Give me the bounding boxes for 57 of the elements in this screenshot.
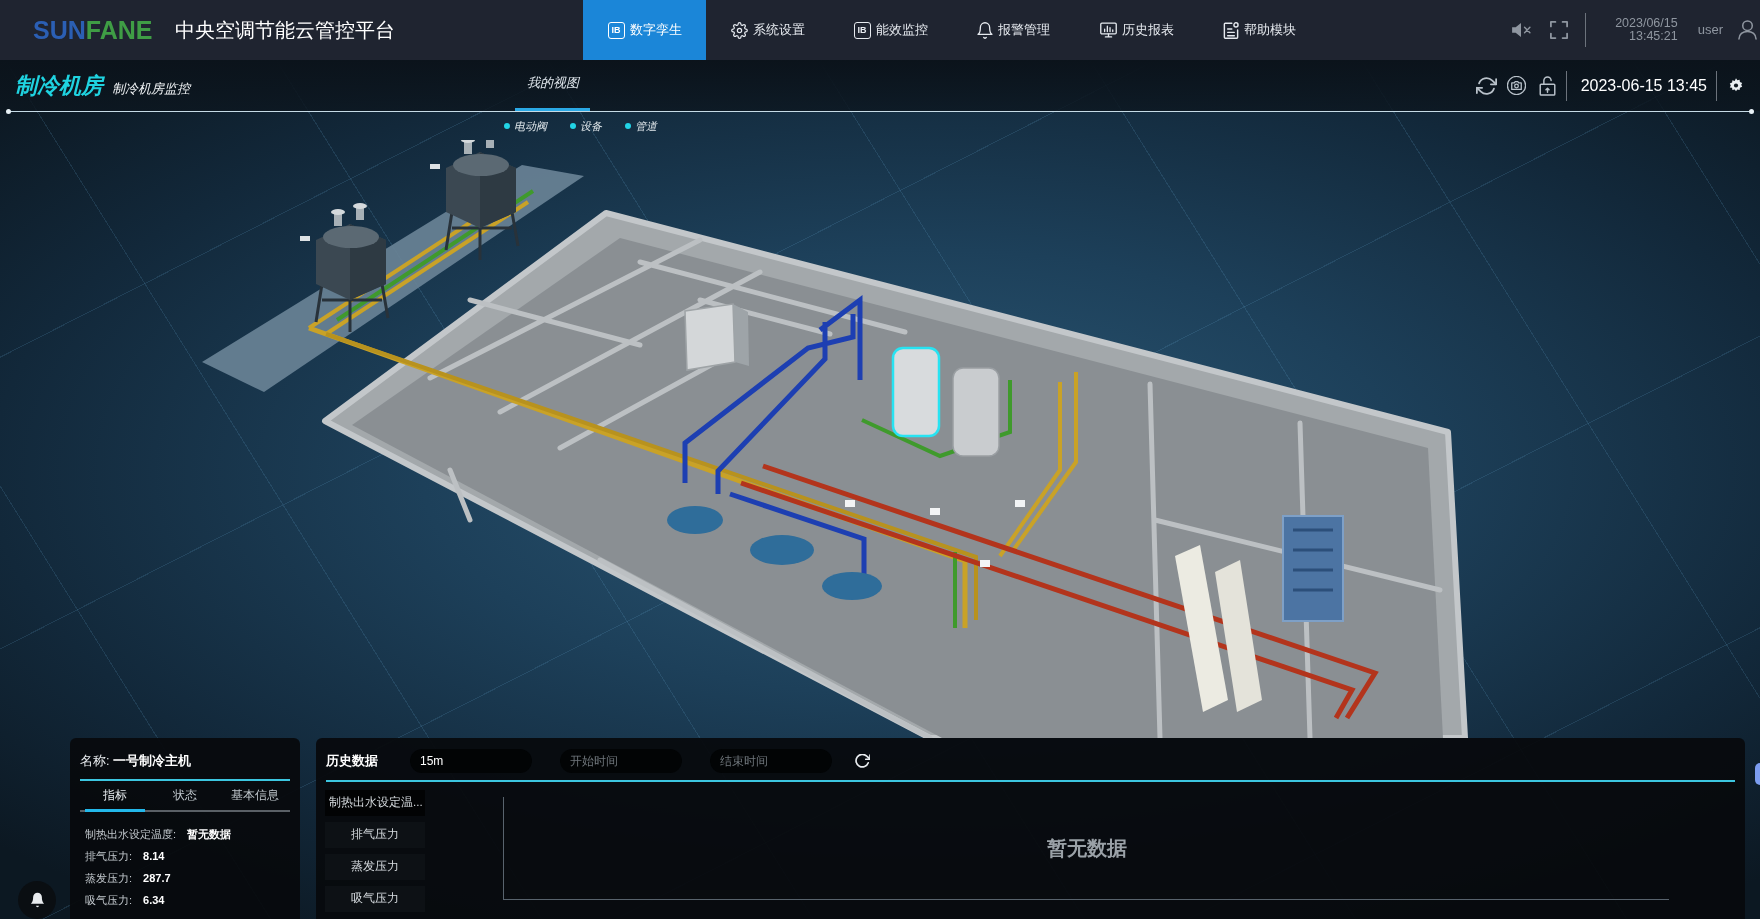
metric-value: 暂无数据 — [187, 826, 232, 842]
series-item[interactable]: 吸气压力 — [325, 886, 425, 912]
gear-icon — [730, 21, 748, 39]
refresh-icon[interactable] — [1475, 76, 1497, 95]
series-item[interactable]: 制热出水设定温... — [325, 790, 425, 816]
metric-label: 排气压力: — [85, 848, 133, 864]
logo: SUNFANE — [33, 17, 153, 43]
panel-tab[interactable]: 指标 — [85, 781, 145, 812]
nav-tab[interactable]: 历史报表 — [1075, 0, 1198, 60]
bell-icon — [977, 21, 993, 39]
date-text: 2023/06/15 — [1614, 17, 1678, 30]
start-time-field[interactable]: 开始时间 — [560, 749, 682, 773]
panel-tab[interactable]: 基本信息 — [225, 781, 285, 812]
camera-icon[interactable] — [1506, 76, 1526, 95]
legend-dot-icon — [570, 123, 576, 129]
unlocked-padlock-icon[interactable] — [1538, 75, 1556, 96]
nav-tab[interactable]: 帮助模块 — [1198, 0, 1321, 60]
settings-icon[interactable] — [1729, 78, 1743, 93]
app-title: 中央空调节能云管控平台 — [175, 18, 396, 43]
empty-message: 暂无数据 — [1046, 836, 1127, 861]
nav-tab[interactable]: 系统设置 — [706, 0, 829, 60]
legend-dot-icon — [625, 123, 631, 129]
datetime-text: 2023-06-15 13:45 — [1580, 75, 1707, 96]
legend-label: 电动阀 — [514, 118, 547, 134]
panel-tab[interactable]: 状态 — [155, 781, 215, 812]
metric-value: 287.7 — [143, 870, 171, 886]
series-item[interactable]: 排气压力 — [325, 822, 425, 848]
metric-label: 吸气压力: — [85, 892, 133, 908]
notification-button[interactable] — [18, 881, 56, 919]
ib-icon: IB — [607, 21, 625, 39]
metric-value: 6.34 — [143, 892, 165, 908]
page-subtitle: 制冷机房监控 — [112, 79, 190, 98]
metric-label: 蒸发压力: — [85, 870, 133, 886]
nav-tab[interactable]: IB 数字孪生 — [583, 0, 706, 60]
page-title: 制冷机房 — [15, 72, 103, 100]
bell-icon — [29, 892, 45, 908]
interval-field[interactable]: 15m — [410, 749, 532, 773]
legend-dot-icon — [504, 123, 510, 129]
speaker-muted-icon[interactable] — [1510, 22, 1531, 38]
monitor-chart-icon — [1099, 22, 1117, 38]
legend-label: 管道 — [635, 118, 657, 134]
nav-tab[interactable]: IB 能效监控 — [829, 0, 952, 60]
series-item[interactable]: 蒸发压力 — [325, 854, 425, 880]
nav-tab[interactable]: 报警管理 — [952, 0, 1075, 60]
fullscreen-icon[interactable] — [1549, 21, 1568, 39]
metric-label: 制热出水设定温度: — [85, 826, 177, 842]
legend-label: 设备 — [580, 118, 602, 134]
document-icon — [1223, 21, 1239, 39]
history-title: 历史数据 — [326, 752, 379, 770]
user-name: user — [1697, 21, 1723, 40]
side-panel-handle[interactable] — [1755, 763, 1760, 785]
ib-icon: IB — [853, 21, 871, 39]
device-title: 名称: 一号制冷主机 — [80, 738, 290, 781]
user-icon[interactable] — [1738, 20, 1757, 40]
time-text: 13:45:21 — [1628, 30, 1678, 43]
end-time-field[interactable]: 结束时间 — [710, 749, 832, 773]
metric-value: 8.14 — [143, 848, 165, 864]
